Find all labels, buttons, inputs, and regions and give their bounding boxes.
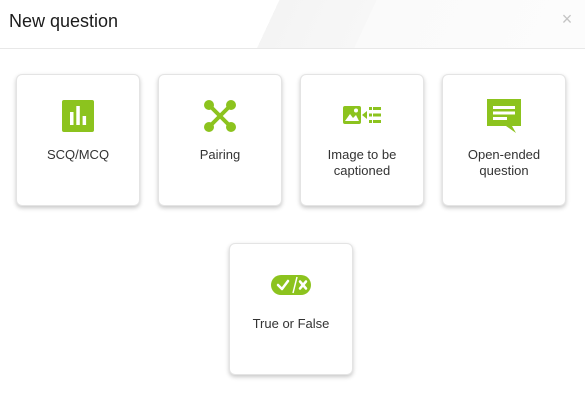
close-button[interactable]: ×: [559, 9, 575, 29]
question-type-label: Image to be captioned: [327, 147, 397, 178]
question-type-scq-mcq[interactable]: SCQ/MCQ: [16, 74, 140, 206]
question-type-pairing[interactable]: Pairing: [158, 74, 282, 206]
bar-chart-icon: [17, 99, 139, 133]
image-caption-icon: [301, 99, 423, 133]
question-type-label: SCQ/MCQ: [46, 147, 110, 162]
question-type-label: Pairing: [199, 147, 241, 162]
question-type-image-caption[interactable]: Image to be captioned: [300, 74, 424, 206]
question-type-label: Open-ended question: [467, 147, 541, 178]
true-false-icon: [230, 268, 352, 302]
new-question-dialog: New question × SCQ/MCQ Pairing Image to …: [0, 0, 585, 402]
dialog-title: New question: [9, 11, 119, 31]
question-type-open-ended[interactable]: Open-ended question: [442, 74, 566, 206]
dialog-header: New question ×: [0, 0, 585, 49]
speech-bubble-icon: [443, 99, 565, 133]
pairing-icon: [159, 99, 281, 133]
question-type-label: True or False: [252, 316, 330, 331]
question-type-true-false[interactable]: True or False: [229, 243, 353, 375]
